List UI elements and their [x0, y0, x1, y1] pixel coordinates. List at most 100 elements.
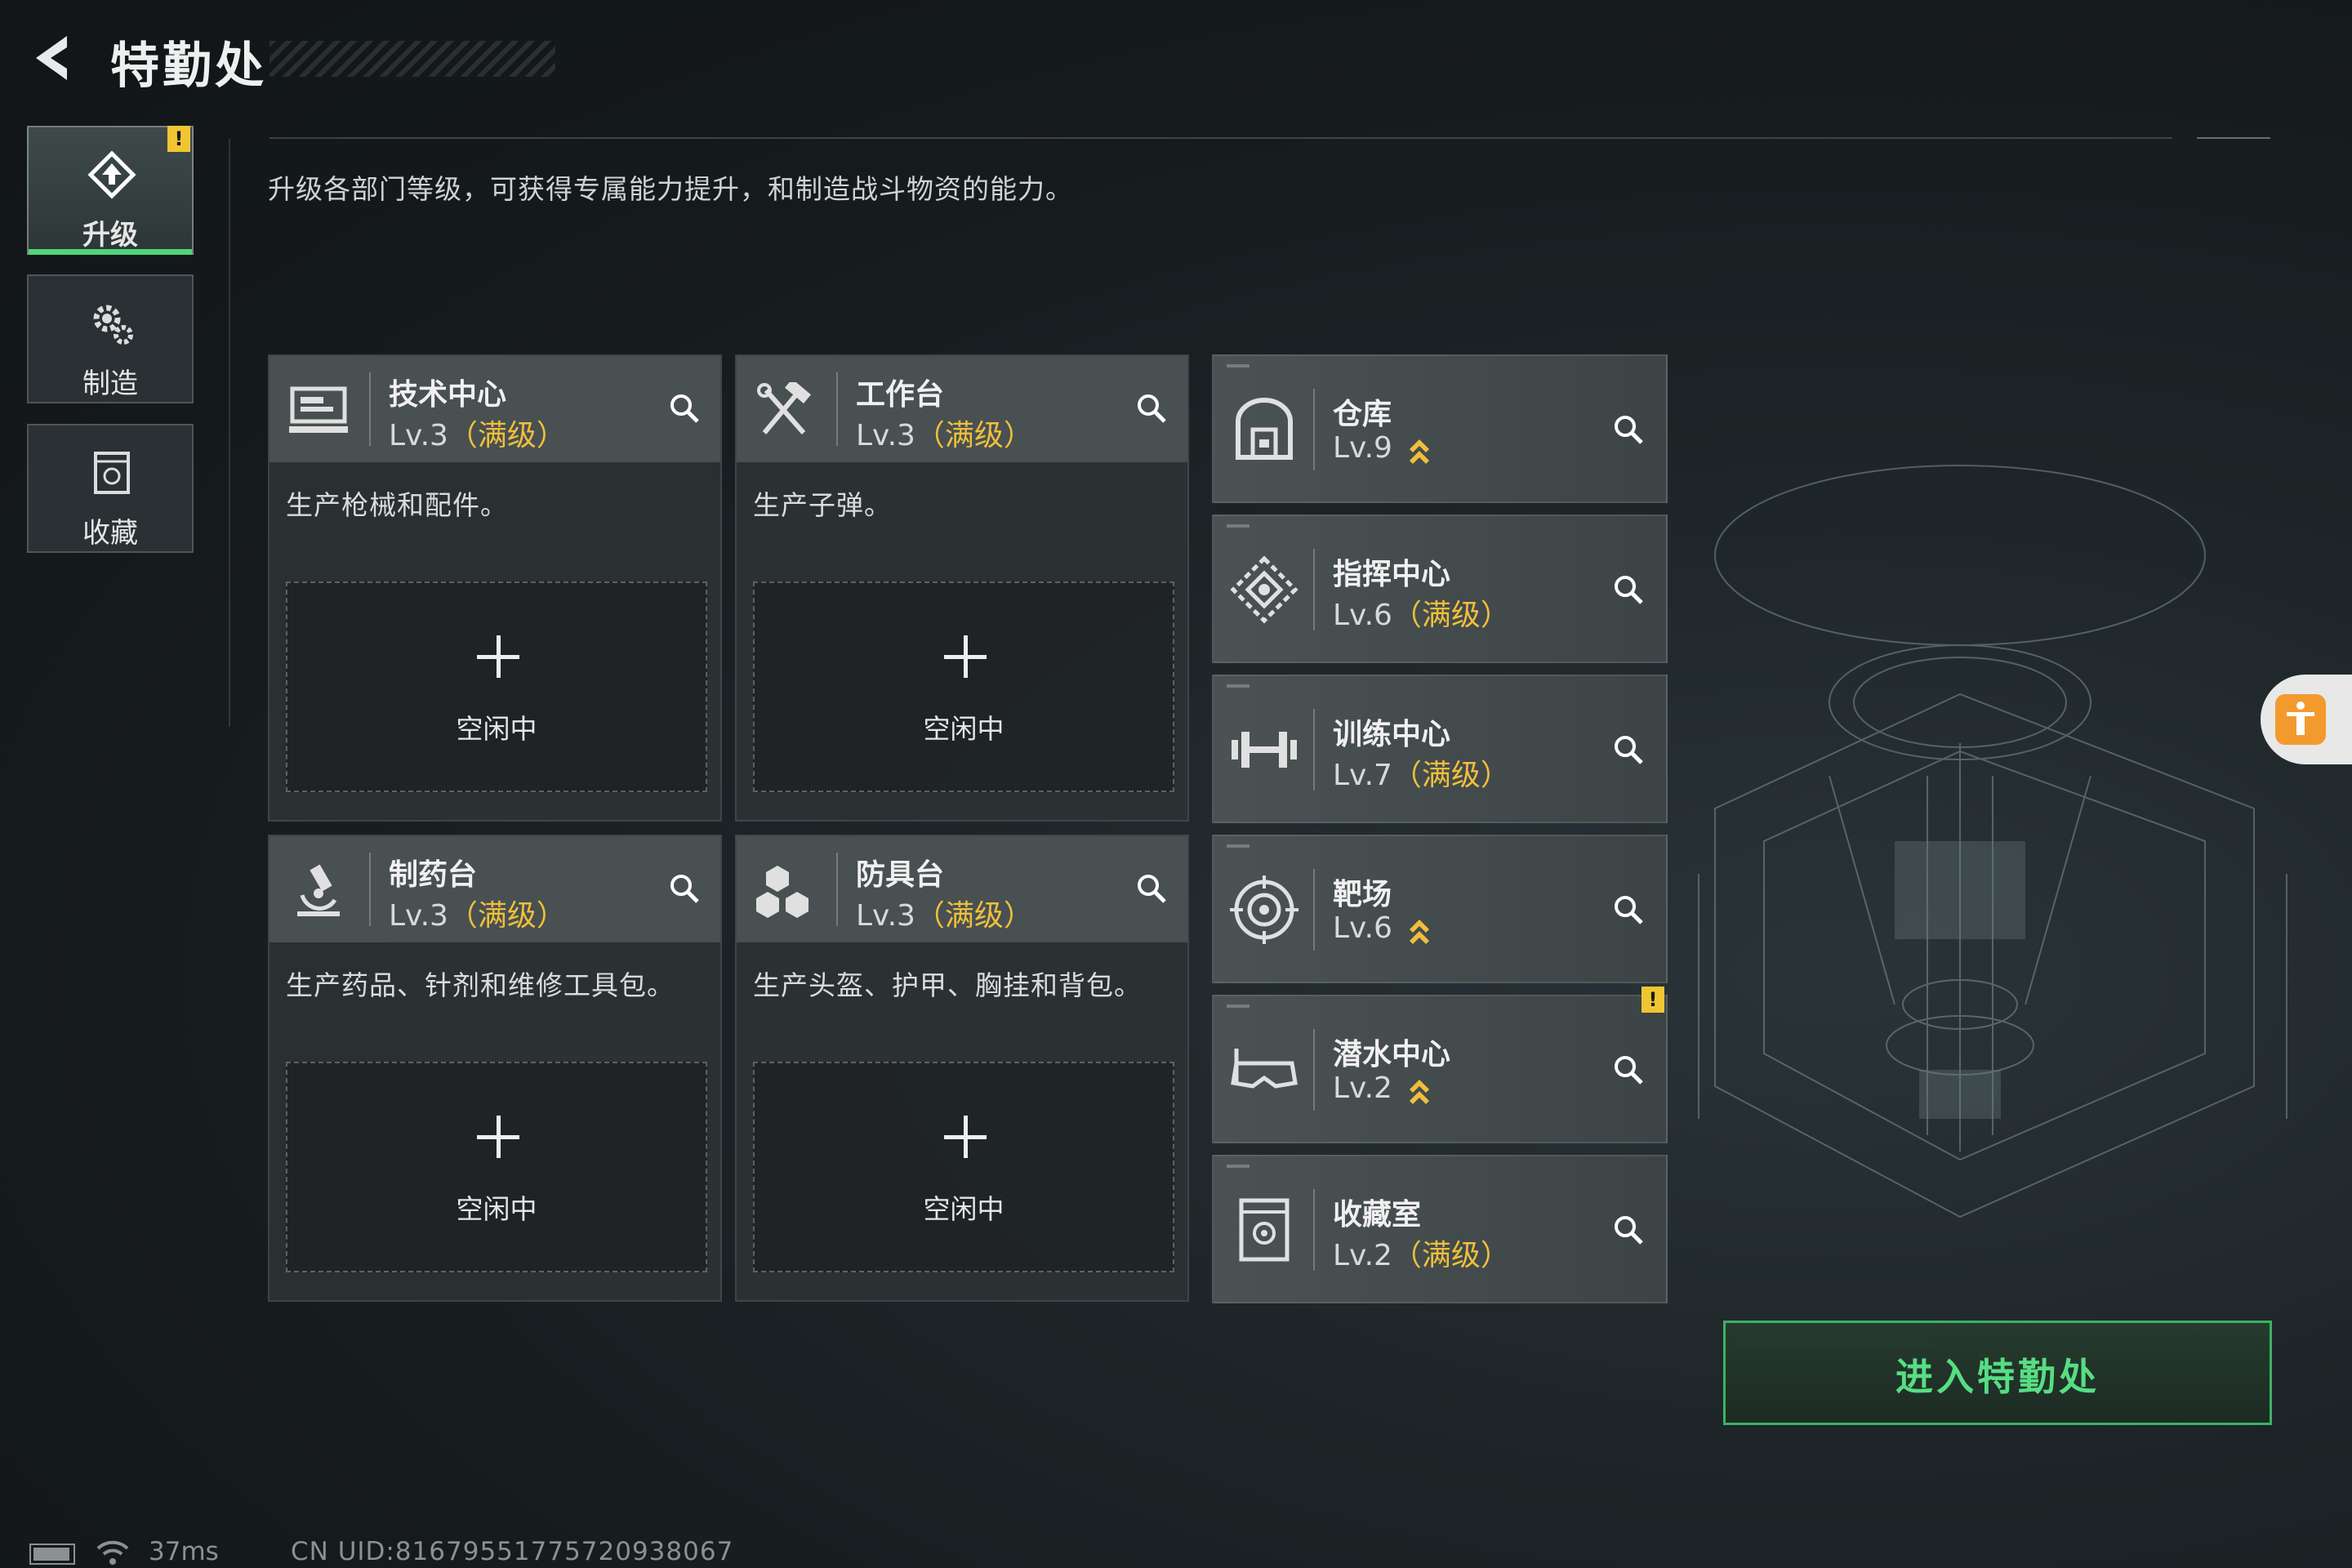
card-title: 技术中心: [389, 378, 507, 412]
card-level: Lv.3（满级）: [389, 892, 566, 934]
header-separator: [836, 372, 838, 446]
production-slot[interactable]: 空闲中: [753, 1062, 1174, 1272]
header-separator: [836, 853, 838, 926]
search-icon[interactable]: [1610, 1052, 1646, 1088]
slot-status: 空闲中: [923, 1193, 1004, 1225]
slot-status: 空闲中: [456, 1193, 537, 1225]
nav-label: 收藏: [82, 517, 138, 550]
level-value: Lv.2: [1333, 1071, 1392, 1105]
divider: [270, 137, 2172, 139]
alert-badge: !: [1642, 987, 1664, 1013]
upgrade-icon: [87, 150, 136, 199]
card-description: 生产子弹。: [753, 489, 892, 521]
level-value: Lv.3: [856, 899, 915, 933]
production-slot[interactable]: 空闲中: [286, 1062, 707, 1272]
max-level-tag: （满级）: [448, 419, 566, 452]
search-icon[interactable]: [1134, 390, 1169, 426]
facility-level: Lv.6: [1333, 911, 1431, 946]
card-level: Lv.3（满级）: [856, 412, 1033, 454]
nav-tab-collection[interactable]: 收藏: [27, 424, 194, 553]
plus-icon: [477, 1116, 519, 1158]
active-indicator: [29, 249, 192, 255]
facility-name: 训练中心: [1333, 718, 1451, 751]
enter-special-ops-button[interactable]: 进入特勤处: [1723, 1321, 2272, 1425]
side-floating-button[interactable]: [2261, 675, 2352, 764]
max-level-tag: （满级）: [1392, 1239, 1510, 1272]
search-icon[interactable]: [1610, 412, 1646, 448]
plus-icon: [944, 1116, 987, 1158]
row-separator: [1313, 389, 1315, 470]
header-separator: [369, 372, 371, 446]
card-level: Lv.3（满级）: [389, 412, 566, 454]
nav-divider: [229, 139, 230, 727]
ping-readout: 37ms: [149, 1537, 219, 1566]
card-title: 工作台: [856, 378, 945, 412]
nav-label: 升级: [82, 219, 138, 252]
card-armor-bench: 防具台 Lv.3（满级） 生产头盔、护甲、胸挂和背包。 空闲中: [735, 835, 1189, 1302]
tag-decoration: [1227, 684, 1250, 688]
tools-icon: [757, 382, 811, 434]
level-value: Lv.3: [856, 419, 915, 452]
alert-badge: !: [167, 126, 190, 152]
battery-icon: [29, 1544, 75, 1565]
search-icon[interactable]: [1134, 871, 1169, 906]
back-arrow-icon[interactable]: [24, 29, 82, 87]
facility-warehouse[interactable]: 仓库 Lv.9: [1212, 354, 1668, 503]
facility-level: Lv.7（满级）: [1333, 751, 1510, 794]
enter-button-label: 进入特勤处: [1895, 1355, 2100, 1399]
divider-accent: [2197, 137, 2270, 139]
search-icon[interactable]: [666, 871, 702, 906]
max-level-tag: （满级）: [1392, 599, 1510, 632]
facility-level: Lv.2: [1333, 1071, 1431, 1106]
facility-level: Lv.6（满级）: [1333, 591, 1510, 634]
facility-collection-room[interactable]: 收藏室 Lv.2（满级）: [1212, 1155, 1668, 1303]
production-slot[interactable]: 空闲中: [753, 581, 1174, 792]
plus-icon: [944, 635, 987, 678]
page-description: 升级各部门等级，可获得专属能力提升，和制造战斗物资的能力。: [268, 173, 1073, 205]
facility-level: Lv.9: [1333, 431, 1431, 466]
search-icon[interactable]: [1610, 732, 1646, 768]
row-separator: [1313, 549, 1315, 630]
search-icon[interactable]: [1610, 892, 1646, 928]
facility-diving-center[interactable]: 潜水中心 Lv.2: [1212, 995, 1668, 1143]
card-pharmacy: 制药台 Lv.3（满级） 生产药品、针剂和维修工具包。 空闲中: [268, 835, 722, 1302]
search-icon[interactable]: [1610, 1212, 1646, 1248]
level-value: Lv.6: [1333, 599, 1392, 632]
row-separator: [1313, 869, 1315, 951]
tag-decoration: [1227, 524, 1250, 528]
card-title: 制药台: [389, 858, 478, 892]
warehouse-icon: [1236, 398, 1293, 460]
card-description: 生产头盔、护甲、胸挂和背包。: [753, 969, 1142, 1001]
card-workbench: 工作台 Lv.3（满级） 生产子弹。 空闲中: [735, 354, 1189, 822]
tag-decoration: [1227, 844, 1250, 848]
facility-shooting-range[interactable]: 靶场 Lv.6: [1212, 835, 1668, 983]
search-icon[interactable]: [1610, 572, 1646, 608]
armor-boxes-icon: [756, 866, 808, 918]
page-title: 特勤处: [110, 38, 267, 95]
row-separator: [1313, 1029, 1315, 1111]
user-uid: CN UID:8167955177572093806​7: [291, 1537, 734, 1566]
card-header: 防具台 Lv.3（满级）: [737, 836, 1187, 942]
production-slot[interactable]: 空闲中: [286, 581, 707, 792]
dumbbell-icon: [1232, 732, 1297, 768]
max-level-tag: （满级）: [1392, 759, 1510, 792]
facility-command-center[interactable]: 指挥中心 Lv.6（满级）: [1212, 514, 1668, 663]
collection-icon: [1239, 1198, 1290, 1262]
command-icon: [1230, 555, 1298, 624]
wifi-icon: [96, 1540, 129, 1565]
slot-status: 空闲中: [923, 713, 1004, 745]
gears-icon: [93, 305, 133, 345]
card-description: 生产枪械和配件。: [286, 489, 508, 521]
card-header: 工作台 Lv.3（满级）: [737, 356, 1187, 462]
search-icon[interactable]: [666, 390, 702, 426]
microscope-icon: [297, 864, 340, 916]
slot-status: 空闲中: [456, 713, 537, 745]
facility-training-center[interactable]: 训练中心 Lv.7（满级）: [1212, 675, 1668, 823]
facility-name: 收藏室: [1333, 1198, 1422, 1232]
facility-level: Lv.2（满级）: [1333, 1232, 1510, 1274]
nav-tab-craft[interactable]: 制造: [27, 274, 194, 403]
card-header: 制药台 Lv.3（满级）: [270, 836, 720, 942]
level-value: Lv.9: [1333, 431, 1392, 465]
level-value: Lv.3: [389, 419, 448, 452]
upgrade-arrow-icon: [1410, 439, 1430, 464]
